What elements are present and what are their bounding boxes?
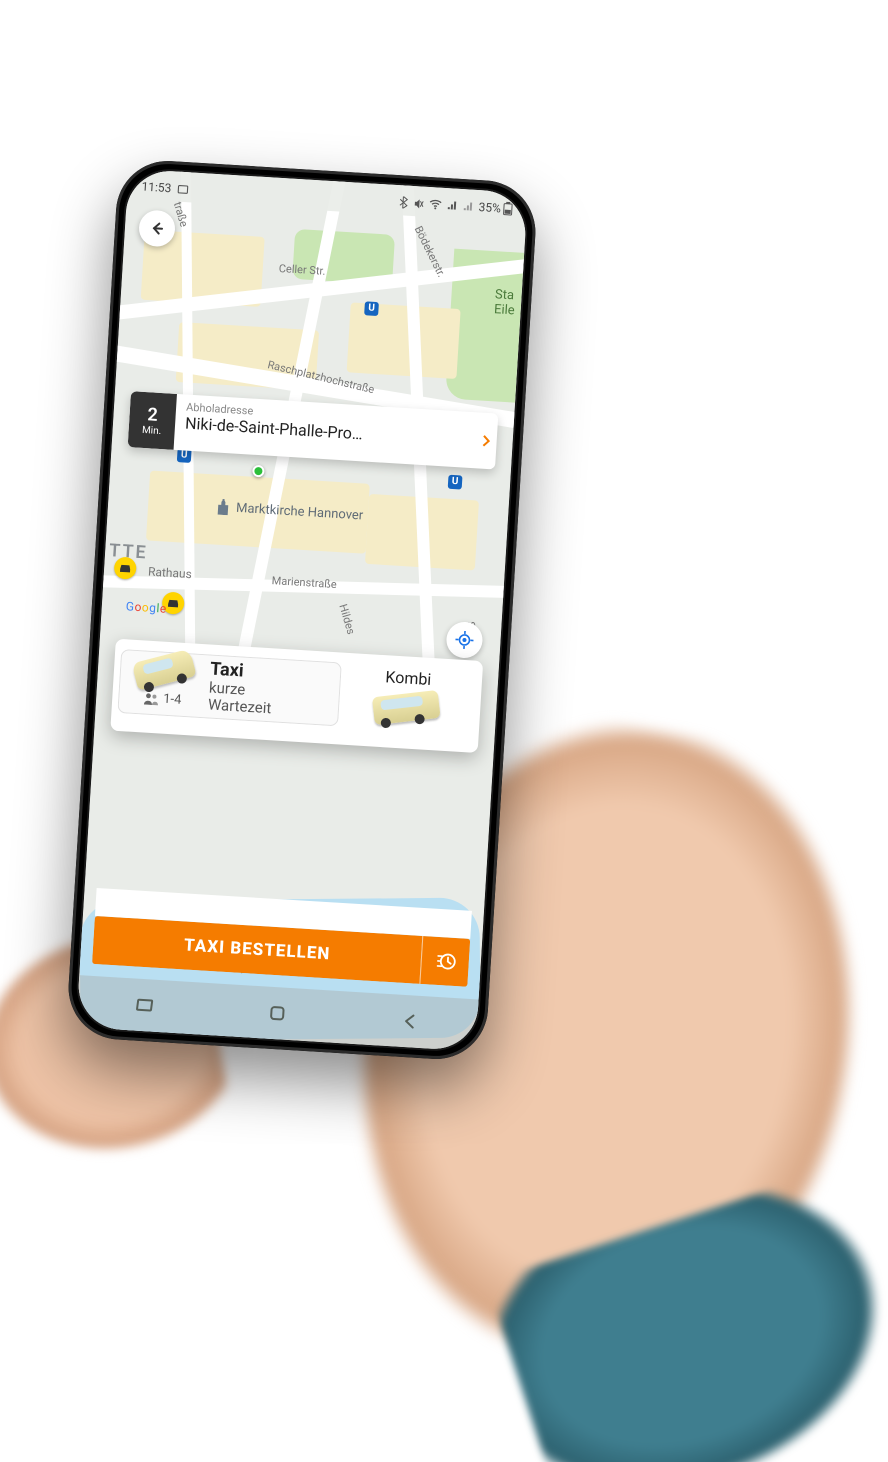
capacity-value: 1-4 bbox=[163, 692, 182, 708]
bluetooth-icon bbox=[398, 196, 408, 209]
order-button-label: TAXI BESTELLEN bbox=[183, 935, 330, 964]
eta-badge: 2 Min. bbox=[128, 391, 177, 450]
street-label: Hildes bbox=[336, 603, 357, 636]
battery-icon bbox=[502, 202, 513, 217]
signal-icon bbox=[446, 200, 458, 211]
status-time: 11:53 bbox=[141, 179, 172, 195]
phone-frame: Celler Str. Bödekerstr. Raschplatzhochst… bbox=[66, 158, 539, 1062]
ubahn-icon: U bbox=[448, 475, 463, 490]
nav-back-button[interactable] bbox=[399, 1010, 422, 1033]
battery-percent: 35% bbox=[478, 200, 501, 215]
signal-icon bbox=[462, 201, 474, 212]
taxi-car-icon bbox=[132, 649, 197, 691]
wifi-icon bbox=[428, 199, 442, 210]
nav-home-button[interactable] bbox=[266, 1002, 289, 1025]
street-label: Celler Str. bbox=[278, 262, 325, 278]
nav-recent-button[interactable] bbox=[133, 993, 156, 1016]
mute-icon bbox=[412, 198, 424, 210]
crosshair-icon bbox=[454, 629, 475, 650]
ubahn-icon: U bbox=[364, 301, 379, 316]
arrow-left-icon bbox=[149, 220, 166, 237]
google-attribution: Google bbox=[125, 599, 167, 615]
notification-icon bbox=[177, 183, 189, 195]
vehicle-option-taxi[interactable]: 1-4 Taxi kurze Wartezeit bbox=[117, 649, 341, 726]
church-icon bbox=[216, 499, 231, 516]
back-icon bbox=[402, 1013, 419, 1030]
vehicle-title: Kombi bbox=[385, 667, 432, 689]
park-label: Sta Eile bbox=[494, 287, 516, 318]
eta-unit: Min. bbox=[142, 425, 162, 437]
app-screen: Celler Str. Bödekerstr. Raschplatzhochst… bbox=[76, 169, 528, 1052]
recent-apps-icon bbox=[135, 999, 153, 1012]
eta-value: 2 bbox=[147, 404, 159, 426]
schedule-button[interactable] bbox=[419, 936, 470, 987]
clock-icon bbox=[434, 950, 457, 973]
home-icon bbox=[270, 1006, 285, 1021]
kombi-car-icon bbox=[372, 690, 441, 725]
chevron-right-icon bbox=[473, 412, 498, 469]
vehicle-subtitle: Wartezeit bbox=[207, 697, 271, 718]
poi-label: Rathaus bbox=[148, 565, 193, 582]
vehicle-option-kombi[interactable]: Kombi bbox=[338, 663, 476, 726]
passengers-icon bbox=[143, 692, 160, 705]
